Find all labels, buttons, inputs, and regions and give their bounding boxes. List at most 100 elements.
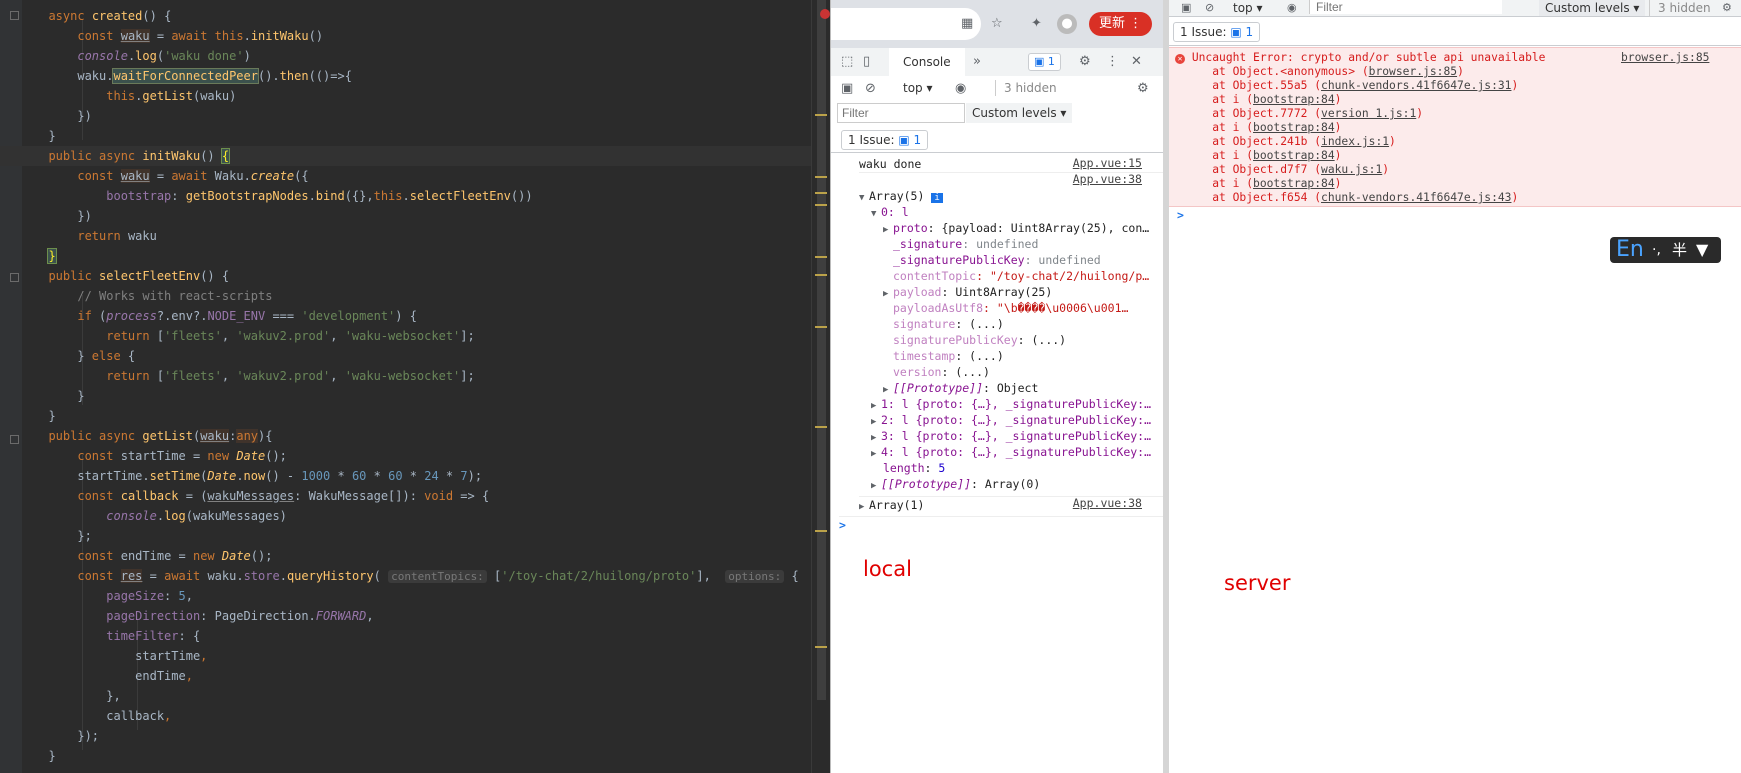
code-line[interactable]: } else {: [0, 346, 812, 366]
code-line[interactable]: pageSize: 5,: [0, 586, 812, 606]
console-settings-icon[interactable]: ⚙: [1722, 0, 1732, 16]
issues-badge[interactable]: ▣ 1: [1028, 53, 1061, 71]
clear-console-icon[interactable]: ⊘: [865, 81, 876, 97]
clear-console-icon[interactable]: ⊘: [1205, 0, 1214, 16]
source-link[interactable]: App.vue:38: [1073, 496, 1142, 510]
issues-link[interactable]: 1 Issue: ▣ 1: [841, 130, 929, 150]
code-editor[interactable]: async created() { const waku = await thi…: [0, 0, 830, 773]
code-line[interactable]: const endTime = new Date();: [0, 546, 812, 566]
code-line[interactable]: const startTime = new Date();: [0, 446, 812, 466]
issues-link[interactable]: 1 Issue: ▣ 1: [1173, 22, 1261, 42]
code-line[interactable]: public async getList(waku:any){: [0, 426, 812, 446]
code-line[interactable]: this.getList(waku): [0, 86, 812, 106]
code-line[interactable]: }: [0, 246, 812, 266]
code-line[interactable]: }): [0, 106, 812, 126]
stack-link[interactable]: bootstrap:84: [1253, 93, 1335, 106]
code-line[interactable]: pageDirection: PageDirection.FORWARD,: [0, 606, 812, 626]
stack-link[interactable]: bootstrap:84: [1253, 177, 1335, 190]
eye-icon[interactable]: ◉: [955, 81, 966, 97]
log-levels-dropdown[interactable]: Custom levels ▾: [1539, 0, 1646, 16]
code-line[interactable]: };: [0, 526, 812, 546]
code-line[interactable]: return ['fleets', 'wakuv2.prod', 'waku-w…: [0, 326, 812, 346]
source-link[interactable]: App.vue:15: [1073, 156, 1142, 170]
array-item[interactable]: ▶ 1: l {proto: {…}, _signaturePublicKey:…: [871, 396, 1164, 412]
code-line[interactable]: return ['fleets', 'wakuv2.prod', 'waku-w…: [0, 366, 812, 386]
tree-row[interactable]: ▶ payload: Uint8Array(25): [883, 284, 1164, 300]
code-line[interactable]: public selectFleetEnv() {: [0, 266, 812, 286]
error-indicator-icon[interactable]: [820, 9, 830, 19]
code-line[interactable]: },: [0, 686, 812, 706]
editor-scrollbar[interactable]: [811, 0, 830, 773]
code-line[interactable]: const waku = await this.initWaku(): [0, 26, 812, 46]
code-line[interactable]: }: [0, 406, 812, 426]
code-line[interactable]: const callback = (wakuMessages: WakuMess…: [0, 486, 812, 506]
stack-link[interactable]: waku.js:1: [1321, 163, 1382, 176]
kebab-menu-icon[interactable]: ⋮: [1106, 54, 1119, 70]
code-line[interactable]: const waku = await Waku.create({: [0, 166, 812, 186]
code-line[interactable]: endTime,: [0, 666, 812, 686]
filter-input[interactable]: [837, 103, 965, 123]
error-source-link[interactable]: browser.js:85: [1621, 51, 1709, 65]
code-line[interactable]: async created() {: [0, 6, 812, 26]
console-prompt[interactable]: >: [839, 516, 1164, 533]
code-line[interactable]: return waku: [0, 226, 812, 246]
more-tabs-icon[interactable]: »: [973, 54, 981, 70]
source-link[interactable]: App.vue:38: [1073, 172, 1142, 186]
array-item[interactable]: ▶ 4: l {proto: {…}, _signaturePublicKey:…: [871, 444, 1164, 460]
code-line[interactable]: // Works with react-scripts: [0, 286, 812, 306]
extensions-icon[interactable]: ✦: [1031, 16, 1042, 32]
star-icon[interactable]: ☆: [991, 16, 1003, 32]
stack-link[interactable]: chunk-vendors.41f6647e.js:43: [1321, 191, 1511, 204]
code-line[interactable]: }: [0, 746, 812, 766]
filter-input[interactable]: [1309, 0, 1502, 14]
context-select[interactable]: top ▾: [1233, 0, 1263, 16]
eye-icon[interactable]: ◉: [1287, 0, 1297, 16]
stack-link[interactable]: browser.js:85: [1369, 65, 1457, 78]
code-line[interactable]: console.log('waku done'): [0, 46, 812, 66]
sidebar-toggle-icon[interactable]: ▣: [841, 81, 853, 97]
stack-link[interactable]: version 1.js:1: [1321, 107, 1416, 120]
context-select[interactable]: top ▾: [903, 80, 933, 96]
close-icon[interactable]: ✕: [1131, 54, 1142, 70]
ime-status-bar[interactable]: En ·, 半 ▼: [1610, 237, 1721, 263]
code-line[interactable]: }: [0, 386, 812, 406]
console-prompt[interactable]: >: [1177, 207, 1741, 223]
code-line[interactable]: waku.waitForConnectedPeer().then(()=>{: [0, 66, 812, 86]
profile-avatar-icon[interactable]: ●: [1057, 14, 1077, 34]
code-line[interactable]: startTime,: [0, 646, 812, 666]
update-button[interactable]: 更新 ⋮: [1089, 12, 1153, 36]
code-line[interactable]: [0, 766, 812, 773]
array-item[interactable]: ▶ 2: l {proto: {…}, _signaturePublicKey:…: [871, 412, 1164, 428]
device-toggle-icon[interactable]: ▯: [863, 54, 870, 70]
stack-link[interactable]: bootstrap:84: [1253, 149, 1335, 162]
prototype-row[interactable]: ▶ [[Prototype]]: Array(0): [871, 476, 1164, 492]
inspect-icon[interactable]: ⬚: [841, 54, 853, 70]
stack-link[interactable]: bootstrap:84: [1253, 121, 1335, 134]
tree-row[interactable]: ▶ [[Prototype]]: Object: [883, 380, 1164, 396]
code-line[interactable]: callback,: [0, 706, 812, 726]
console-settings-icon[interactable]: ⚙: [1137, 81, 1149, 97]
code-line[interactable]: console.log(wakuMessages): [0, 506, 812, 526]
tree-row[interactable]: ▶ proto: {payload: Uint8Array(25), con…: [883, 220, 1164, 236]
array-item-0[interactable]: ▼ 0: l: [871, 204, 1164, 220]
address-bar[interactable]: [831, 8, 981, 40]
stack-link[interactable]: index.js:1: [1321, 135, 1389, 148]
sidebar-toggle-icon[interactable]: ▣: [1181, 0, 1191, 16]
code-line[interactable]: timeFilter: {: [0, 626, 812, 646]
log-array5[interactable]: ▼ Array(5) i: [859, 188, 1164, 204]
code-line[interactable]: }): [0, 206, 812, 226]
code-line[interactable]: bootstrap: getBootstrapNodes.bind({},thi…: [0, 186, 812, 206]
code-line[interactable]: public async initWaku() {: [0, 146, 812, 166]
code-line[interactable]: if (process?.env?.NODE_ENV === 'developm…: [0, 306, 812, 326]
stack-link[interactable]: chunk-vendors.41f6647e.js:31: [1321, 79, 1511, 92]
code-line[interactable]: }: [0, 126, 812, 146]
code-line[interactable]: });: [0, 726, 812, 746]
log-levels-dropdown[interactable]: Custom levels ▾: [966, 103, 1073, 123]
settings-icon[interactable]: ⚙: [1079, 54, 1091, 70]
qr-icon[interactable]: ▦: [961, 16, 973, 32]
code-line[interactable]: const res = await waku.store.queryHistor…: [0, 566, 812, 586]
array-item[interactable]: ▶ 3: l {proto: {…}, _signaturePublicKey:…: [871, 428, 1164, 444]
code-line[interactable]: startTime.setTime(Date.now() - 1000 * 60…: [0, 466, 812, 486]
tab-console[interactable]: Console: [889, 48, 965, 78]
scrollbar-thumb[interactable]: [817, 0, 826, 700]
